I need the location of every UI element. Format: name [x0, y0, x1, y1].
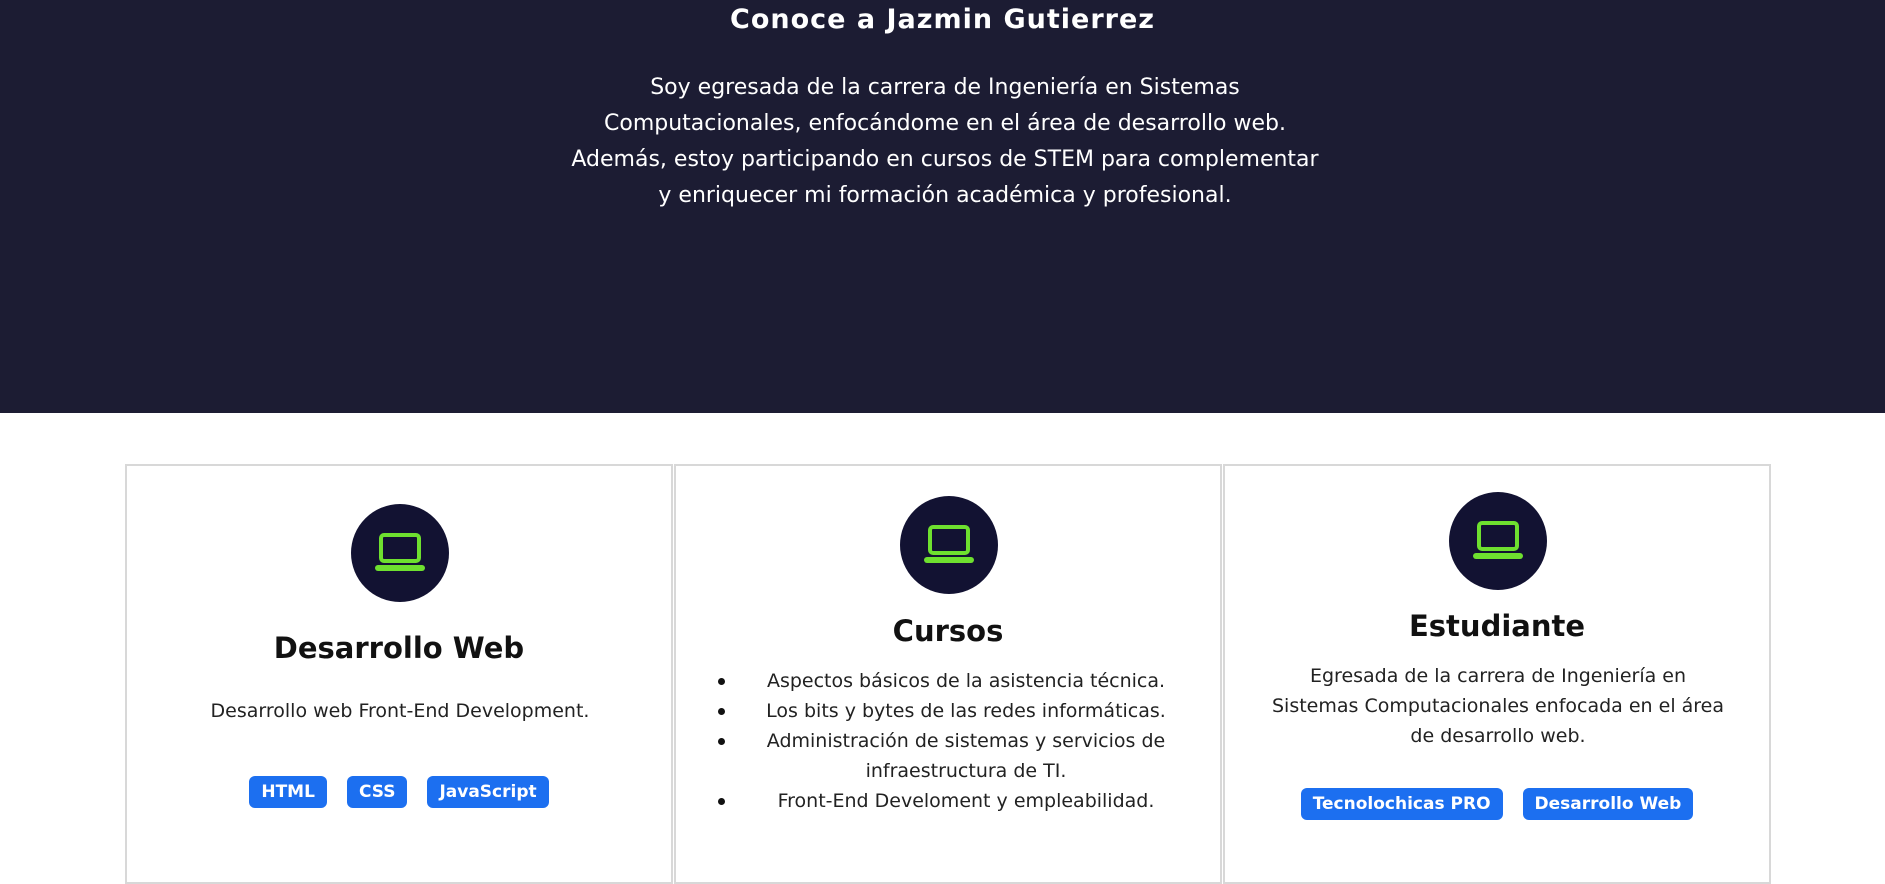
card-title: Desarrollo Web [273, 631, 525, 665]
course-item: Aspectos básicos de la asistencia técnic… [716, 666, 1186, 696]
card-description: Egresada de la carrera de Ingeniería en … [1271, 665, 1725, 747]
course-item: Administración de sistemas y servicios d… [716, 726, 1186, 786]
tag-tecnolochicas-pro[interactable]: Tecnolochicas PRO [1300, 788, 1503, 820]
laptop-icon [1473, 521, 1523, 559]
laptop-icon [375, 533, 425, 571]
laptop-icon [924, 525, 974, 563]
card-icon-circle [351, 504, 449, 602]
hero-description: Soy egresada de la carrera de Ingeniería… [571, 75, 1319, 208]
tag-css[interactable]: CSS [346, 776, 408, 808]
course-item: Los bits y bytes de las redes informátic… [716, 696, 1186, 726]
card-icon-circle [1449, 492, 1547, 590]
hero-title: Conoce a Jazmin Gutierrez [730, 4, 1155, 35]
card-desarrollo-web: Desarrollo Web Desarrollo web Front-End … [125, 464, 673, 884]
card-estudiante: Estudiante Egresada de la carrera de Ing… [1223, 464, 1771, 884]
card-icon-circle [900, 496, 998, 594]
tag-list: Tecnolochicas PRO Desarrollo Web [1225, 788, 1769, 820]
tag-javascript[interactable]: JavaScript [427, 776, 549, 808]
tag-list: HTML CSS JavaScript [127, 776, 671, 808]
card-cursos: Cursos Aspectos básicos de la asistencia… [674, 464, 1222, 884]
course-list: Aspectos básicos de la asistencia técnic… [716, 666, 1186, 816]
tag-desarrollo-web[interactable]: Desarrollo Web [1522, 788, 1694, 820]
skills-cards: Desarrollo Web Desarrollo web Front-End … [125, 464, 1775, 884]
card-description: Desarrollo web Front-End Development. [210, 700, 590, 722]
about-hero: Conoce a Jazmin Gutierrez Soy egresada d… [0, 0, 1885, 413]
course-item: Front-End Develoment y empleabilidad. [716, 786, 1186, 816]
card-title: Cursos [892, 614, 1004, 648]
card-title: Estudiante [1408, 609, 1586, 643]
tag-html[interactable]: HTML [249, 776, 327, 808]
